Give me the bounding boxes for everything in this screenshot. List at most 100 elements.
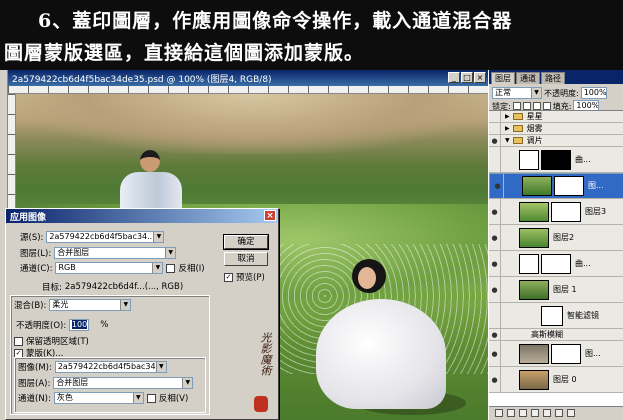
tab-layers[interactable]: 图层 bbox=[491, 72, 515, 84]
panel-opacity-input[interactable]: 100% bbox=[580, 87, 607, 99]
layers-panel-footer bbox=[489, 406, 623, 420]
visibility-eye-icon[interactable] bbox=[489, 123, 501, 134]
tab-paths[interactable]: 路径 bbox=[541, 72, 565, 84]
lock-paint-icon[interactable] bbox=[522, 102, 531, 110]
mask-channel-select[interactable]: 灰色 ▼ bbox=[53, 392, 144, 404]
curves-icon bbox=[519, 253, 539, 274]
invert-checkbox[interactable] bbox=[166, 263, 176, 273]
layer-row[interactable]: ● 曲... bbox=[489, 251, 623, 277]
mask-invert-label: 反相(V) bbox=[158, 394, 189, 404]
maximize-button[interactable]: □ bbox=[461, 72, 473, 83]
mask-layer-select[interactable]: 合并图层 ▼ bbox=[53, 377, 194, 389]
mask-image-select[interactable]: 2a579422cb6d4f5bac34... ▼ bbox=[54, 361, 167, 373]
adjustment-icon[interactable] bbox=[531, 409, 539, 417]
trash-icon[interactable] bbox=[567, 409, 575, 417]
preserve-transparency-checkbox[interactable] bbox=[14, 336, 23, 346]
preserve-transparency-label: 保留透明区域(T) bbox=[26, 337, 89, 347]
minimize-button[interactable]: _ bbox=[448, 72, 460, 83]
channel-label: 通道(C): bbox=[20, 264, 53, 274]
target-label: 目标: bbox=[42, 283, 62, 293]
channel-select[interactable]: RGB ▼ bbox=[55, 262, 164, 274]
mask-image-label: 图像(M): bbox=[18, 363, 52, 373]
layer-mask-thumb bbox=[541, 253, 571, 274]
layer-row[interactable]: ▶ 星星 bbox=[489, 111, 623, 123]
layer-thumb bbox=[519, 343, 549, 364]
preview-checkbox[interactable]: ✓ bbox=[224, 272, 233, 282]
target-value: 2a579422cb6d4f...(..., RGB) bbox=[64, 282, 184, 292]
visibility-eye-icon[interactable]: ● bbox=[489, 277, 501, 302]
lock-transparency-icon[interactable] bbox=[512, 102, 521, 110]
dialog-title-bar[interactable]: 应用图像 × bbox=[6, 209, 278, 223]
layer-thumb bbox=[522, 176, 552, 196]
layer-row-selected[interactable]: ● 图... bbox=[489, 173, 623, 199]
layer-thumb bbox=[519, 201, 549, 222]
document-title: 2a579422cb6d4f5bac34de35.psd @ 100% (图层4… bbox=[12, 75, 272, 85]
visibility-eye-icon[interactable]: ● bbox=[492, 174, 504, 198]
invert-label: 反相(I) bbox=[178, 264, 205, 274]
lock-move-icon[interactable] bbox=[532, 102, 541, 110]
visibility-eye-icon[interactable] bbox=[489, 111, 501, 122]
layers-panel: 图层 通道 路径 正常 ▼ 不透明度: 100% 锁定: 填充: 100% ▶ 星… bbox=[488, 70, 623, 420]
photo-woman bbox=[296, 259, 476, 419]
layer-mask-thumb bbox=[541, 149, 571, 170]
layer-row[interactable]: ● 图层 1 bbox=[489, 277, 623, 303]
add-mask-icon[interactable] bbox=[519, 409, 527, 417]
layer-thumb bbox=[519, 279, 549, 300]
layers-list: ▶ 星星 ▶ 烟雾 ● ▼ 调片 曲... ● 图... ● 图层3 ● 图层2… bbox=[489, 110, 623, 406]
layer-row[interactable]: ● 图层3 bbox=[489, 199, 623, 225]
blending-select[interactable]: 柔光 ▼ bbox=[49, 299, 132, 311]
visibility-eye-icon[interactable]: ● bbox=[489, 367, 501, 392]
mask-invert-checkbox[interactable] bbox=[146, 393, 156, 403]
layer-row[interactable]: ● 图层 0 bbox=[489, 367, 623, 393]
layer-row[interactable]: 智能滤镜 bbox=[489, 303, 623, 329]
source-select[interactable]: 2a579422cb6d4f5bac34... ▼ bbox=[46, 231, 165, 243]
dialog-close-icon[interactable]: × bbox=[264, 210, 276, 221]
visibility-eye-icon[interactable]: ● bbox=[489, 341, 501, 366]
mask-layer-label: 图层(A): bbox=[18, 379, 51, 389]
fx-icon[interactable] bbox=[507, 409, 515, 417]
caption-line-2: 圖層蒙版選區，直接給這個圖添加蒙版。 bbox=[4, 42, 365, 64]
folder-icon bbox=[512, 125, 523, 132]
source-label: 源(S): bbox=[20, 233, 44, 243]
opacity-label: 不透明度(O): bbox=[16, 321, 67, 331]
new-layer-icon[interactable] bbox=[555, 409, 563, 417]
visibility-eye-icon[interactable]: ● bbox=[489, 251, 501, 276]
document-title-bar[interactable]: 2a579422cb6d4f5bac34de35.psd @ 100% (图层4… bbox=[8, 70, 488, 86]
visibility-eye-icon[interactable] bbox=[489, 147, 501, 172]
layer-row[interactable]: 曲... bbox=[489, 147, 623, 173]
visibility-eye-icon[interactable]: ● bbox=[489, 329, 501, 340]
layer-thumb bbox=[519, 369, 549, 390]
visibility-eye-icon[interactable]: ● bbox=[489, 135, 501, 146]
layer-row[interactable]: ● 图层2 bbox=[489, 225, 623, 251]
mask-channel-label: 通道(N): bbox=[18, 394, 51, 404]
visibility-eye-icon[interactable] bbox=[489, 303, 501, 328]
lock-all-icon[interactable] bbox=[542, 102, 551, 110]
preview-label: 预览(P) bbox=[236, 273, 265, 283]
cancel-button[interactable]: 取消 bbox=[224, 252, 268, 266]
layer-select[interactable]: 合并图层 ▼ bbox=[54, 247, 177, 259]
visibility-eye-icon[interactable]: ● bbox=[489, 225, 501, 250]
layer-row[interactable]: ● ▼ 调片 bbox=[489, 135, 623, 147]
tutorial-caption: 6、蓋印圖層，作應用圖像命令操作，載入通道混合器 圖層蒙版選區，直接給這個圖添加… bbox=[0, 0, 623, 70]
opacity-input[interactable]: 100 bbox=[69, 319, 90, 331]
layer-mask-thumb bbox=[554, 176, 584, 196]
layer-row[interactable]: ● 高斯模糊 bbox=[489, 329, 623, 341]
panel-opacity-label: 不透明度: bbox=[544, 88, 579, 98]
caption-line-1: 6、蓋印圖層，作應用圖像命令操作，載入通道混合器 bbox=[38, 10, 513, 32]
layer-label: 图层(L): bbox=[20, 249, 52, 259]
dialog-title: 应用图像 bbox=[10, 213, 47, 223]
curves-icon bbox=[519, 149, 539, 170]
smart-filter-mask bbox=[541, 305, 563, 326]
ok-button[interactable]: 确定 bbox=[223, 234, 269, 250]
blend-mode-select[interactable]: 正常 ▼ bbox=[492, 87, 542, 99]
layer-row[interactable]: ● 图... bbox=[489, 341, 623, 367]
link-icon[interactable] bbox=[495, 409, 503, 417]
blending-label: 混合(B): bbox=[14, 301, 47, 311]
visibility-eye-icon[interactable]: ● bbox=[489, 199, 501, 224]
tab-channels[interactable]: 通道 bbox=[516, 72, 540, 84]
photo-hill bbox=[16, 94, 488, 154]
layer-row[interactable]: ▶ 烟雾 bbox=[489, 123, 623, 135]
layer-mask-thumb bbox=[551, 201, 581, 222]
new-group-icon[interactable] bbox=[543, 409, 551, 417]
close-window-button[interactable]: × bbox=[474, 72, 486, 83]
